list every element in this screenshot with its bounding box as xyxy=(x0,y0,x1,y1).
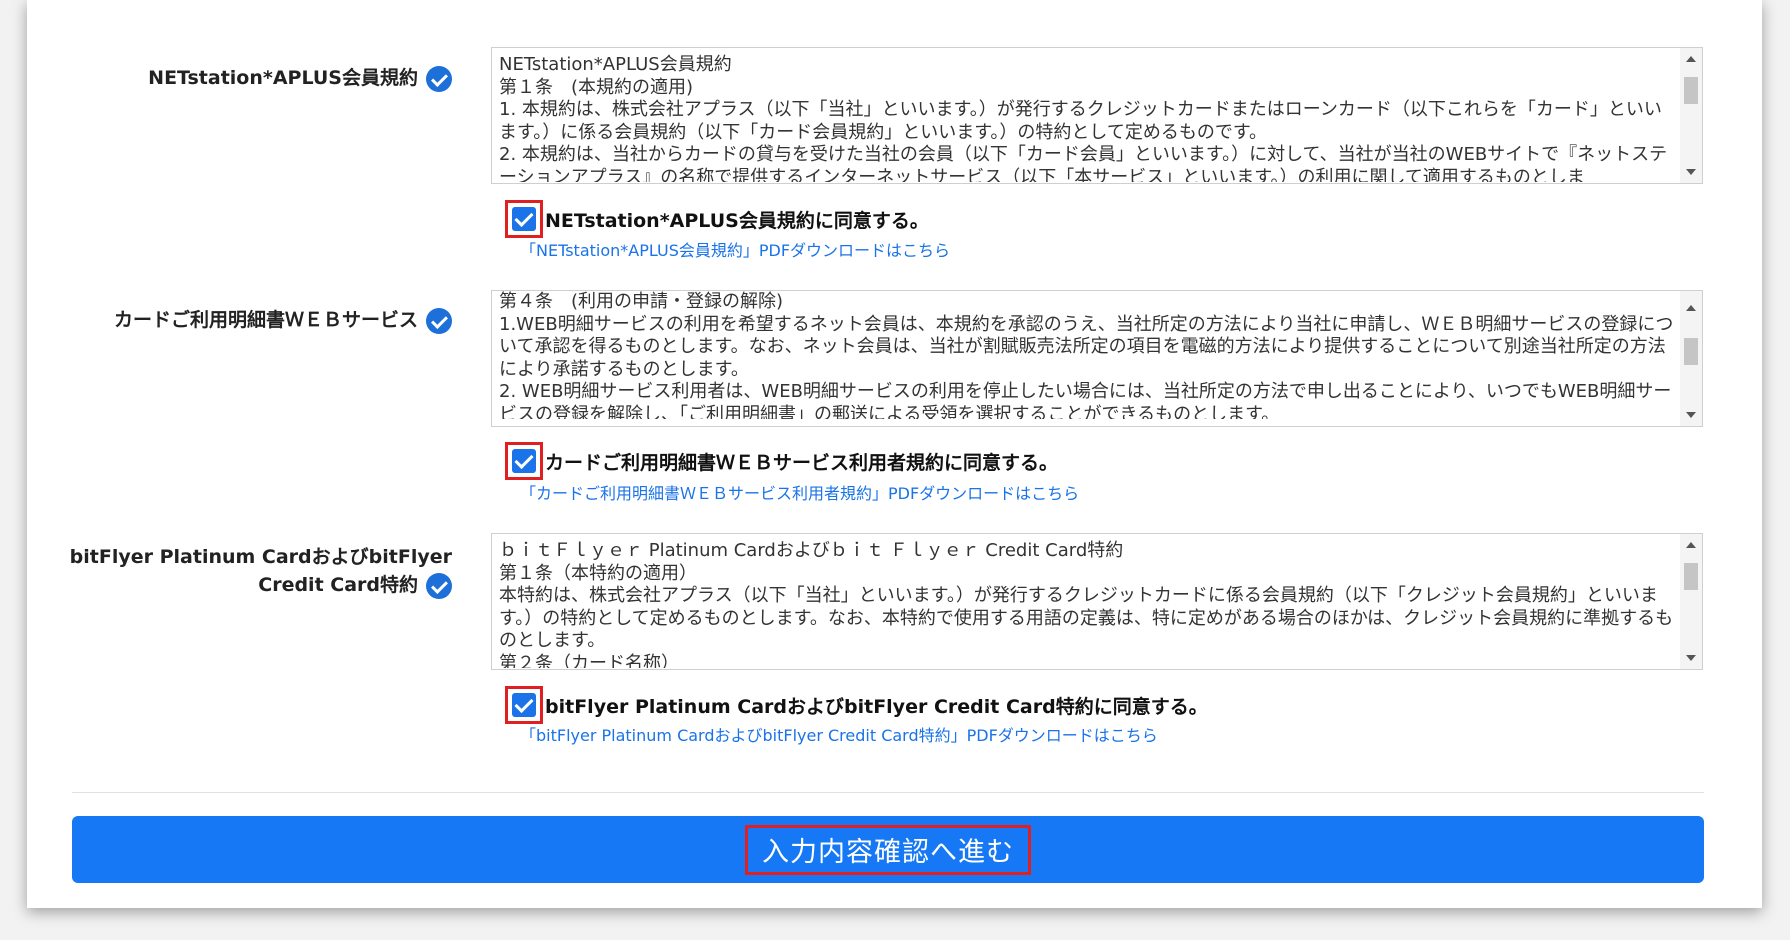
agree-checkbox[interactable] xyxy=(512,449,536,473)
section-label-text: カードご利用明細書ＷＥＢサービス xyxy=(113,309,418,331)
scroll-up-icon[interactable] xyxy=(1686,542,1696,548)
scroll-down-icon[interactable] xyxy=(1686,655,1696,661)
agreement-form: NETstation*APLUS会員規約 NETstation*APLUS会員規… xyxy=(27,0,1762,908)
divider xyxy=(72,792,1704,793)
scroll-thumb[interactable] xyxy=(1684,77,1698,104)
scroll-thumb[interactable] xyxy=(1684,563,1698,590)
pdf-download-link[interactable]: 「bitFlyer Platinum CardおよびbitFlyer Credi… xyxy=(520,722,1158,746)
checkbox-highlight xyxy=(505,686,543,724)
section-label-line1: bitFlyer Platinum CardおよびbitFlyer xyxy=(69,546,452,568)
agree-checkbox[interactable] xyxy=(512,693,536,717)
agree-checkbox[interactable] xyxy=(512,207,536,231)
pdf-download-link[interactable]: 「カードご利用明細書ＷＥＢサービス利用者規約」PDFダウンロードはこちら xyxy=(520,480,1079,504)
verified-check-icon xyxy=(426,572,452,599)
section-label-line2: Credit Card特約 xyxy=(258,574,418,596)
terms-textbox[interactable]: 第４条 (利用の申請・登録の解除) 1.WEB明細サービスの利用を希望するネット… xyxy=(491,290,1703,427)
scroll-up-icon[interactable] xyxy=(1686,305,1696,311)
agree-label[interactable]: NETstation*APLUS会員規約に同意する。 xyxy=(545,206,929,233)
agree-label[interactable]: カードご利用明細書ＷＥＢサービス利用者規約に同意する。 xyxy=(545,448,1058,475)
scroll-down-icon[interactable] xyxy=(1686,412,1696,418)
checkbox-highlight xyxy=(505,200,543,238)
scrollbar[interactable] xyxy=(1680,291,1702,426)
pdf-download-link[interactable]: 「NETstation*APLUS会員規約」PDFダウンロードはこちら xyxy=(520,237,950,261)
terms-textbox[interactable]: ｂｉｔＦｌｙｅｒ Platinum Cardおよびｂｉｔ Ｆｌｙｅｒ Credi… xyxy=(491,533,1703,670)
scroll-up-icon[interactable] xyxy=(1686,56,1696,62)
scrollbar[interactable] xyxy=(1680,534,1702,669)
submit-label[interactable]: 入力内容確認へ進む xyxy=(762,830,1014,869)
agree-label[interactable]: bitFlyer Platinum CardおよびbitFlyer Credit… xyxy=(545,692,1208,719)
scroll-down-icon[interactable] xyxy=(1686,169,1696,175)
checkbox-highlight xyxy=(505,442,543,480)
scrollbar[interactable] xyxy=(1680,48,1702,183)
terms-text: ｂｉｔＦｌｙｅｒ Platinum Cardおよびｂｉｔ Ｆｌｙｅｒ Credi… xyxy=(499,540,1674,668)
section-label: bitFlyer Platinum CardおよびbitFlyer Credit… xyxy=(70,543,452,599)
section-label-text: NETstation*APLUS会員規約 xyxy=(148,67,418,89)
verified-check-icon xyxy=(426,307,452,334)
scroll-thumb[interactable] xyxy=(1684,338,1698,365)
agree-row[interactable]: bitFlyer Platinum CardおよびbitFlyer Credit… xyxy=(505,683,1208,727)
section-label: NETstation*APLUS会員規約 xyxy=(148,64,452,92)
section-label: カードご利用明細書ＷＥＢサービス xyxy=(114,306,452,334)
agree-row[interactable]: NETstation*APLUS会員規約に同意する。 xyxy=(505,197,929,241)
agree-row[interactable]: カードご利用明細書ＷＥＢサービス利用者規約に同意する。 xyxy=(505,439,1058,483)
verified-check-icon xyxy=(426,65,452,92)
terms-text: NETstation*APLUS会員規約 第１条 (本規約の適用) 1. 本規約… xyxy=(499,54,1668,182)
proceed-to-confirm-button[interactable]: 入力内容確認へ進む xyxy=(72,816,1704,883)
terms-textbox[interactable]: NETstation*APLUS会員規約 第１条 (本規約の適用) 1. 本規約… xyxy=(491,47,1703,184)
terms-text: 第４条 (利用の申請・登録の解除) 1.WEB明細サービスの利用を希望するネット… xyxy=(499,291,1674,419)
button-highlight: 入力内容確認へ進む xyxy=(745,824,1031,875)
